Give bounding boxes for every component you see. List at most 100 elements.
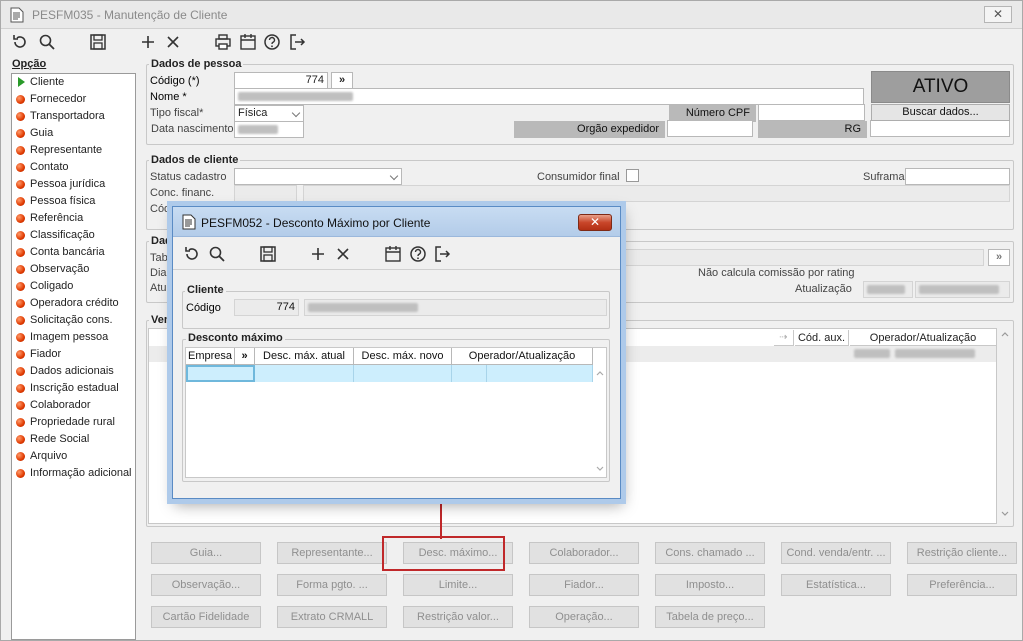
dialog-close-button[interactable]: ✕ bbox=[578, 214, 612, 231]
cell-empresa[interactable] bbox=[186, 365, 255, 382]
buscar-dados-button[interactable]: Buscar dados... bbox=[871, 104, 1010, 121]
button-row3-0[interactable]: Cartão Fidelidade bbox=[151, 606, 261, 628]
button-row1-3[interactable]: Colaborador... bbox=[529, 542, 639, 564]
sidebar-item-17[interactable]: Dados adicionais bbox=[12, 363, 135, 380]
numero-cpf-field[interactable] bbox=[758, 104, 865, 121]
tipo-fiscal-select[interactable]: Física bbox=[234, 105, 304, 122]
sidebar-item-22[interactable]: Arquivo bbox=[12, 448, 135, 465]
button-row2-0[interactable]: Observação... bbox=[151, 574, 261, 596]
button-row3-4[interactable]: Tabela de preço... bbox=[655, 606, 765, 628]
sort-icon[interactable]: ⇢ bbox=[774, 330, 794, 346]
button-row2-2[interactable]: Limite... bbox=[403, 574, 513, 596]
col-operador[interactable]: Operador/Atualização bbox=[452, 348, 593, 365]
undo-icon[interactable] bbox=[183, 245, 203, 265]
sidebar-item-3[interactable]: Guia bbox=[12, 125, 135, 142]
nome-label: Nome * bbox=[150, 91, 187, 103]
desconto-dialog: PESFM052 - Desconto Máximo por Cliente ✕ bbox=[172, 206, 621, 499]
sidebar-item-19[interactable]: Colaborador bbox=[12, 397, 135, 414]
print-icon[interactable] bbox=[214, 33, 234, 53]
delete-icon[interactable] bbox=[334, 245, 354, 265]
window-close-button[interactable]: ✕ bbox=[984, 6, 1012, 23]
add-icon[interactable] bbox=[309, 245, 329, 265]
col-operador[interactable]: Operador/Atualização bbox=[850, 330, 996, 346]
sidebar-item-12[interactable]: Coligado bbox=[12, 278, 135, 295]
button-row1-1[interactable]: Representante... bbox=[277, 542, 387, 564]
sidebar-item-21[interactable]: Rede Social bbox=[12, 431, 135, 448]
sidebar-item-label: Colaborador bbox=[30, 399, 91, 411]
sidebar-item-10[interactable]: Conta bancária bbox=[12, 244, 135, 261]
sidebar-item-9[interactable]: Classificação bbox=[12, 227, 135, 244]
tab-link-button[interactable]: » bbox=[988, 249, 1010, 266]
chevron-down-icon bbox=[389, 171, 399, 181]
data-nascimento-field[interactable] bbox=[234, 121, 304, 138]
col-nav[interactable]: » bbox=[235, 348, 255, 365]
sidebar-item-20[interactable]: Propriedade rural bbox=[12, 414, 135, 431]
sidebar-item-14[interactable]: Solicitação cons. bbox=[12, 312, 135, 329]
search-icon[interactable] bbox=[38, 33, 58, 53]
col-desc-novo[interactable]: Desc. máx. novo bbox=[354, 348, 452, 365]
sidebar-item-label: Coligado bbox=[30, 280, 74, 292]
help-icon[interactable] bbox=[409, 245, 429, 265]
delete-icon[interactable] bbox=[164, 33, 184, 53]
button-row2-4[interactable]: Imposto... bbox=[655, 574, 765, 596]
status-cadastro-select[interactable] bbox=[234, 168, 402, 185]
col-empresa[interactable]: Empresa bbox=[186, 348, 235, 365]
sidebar-item-2[interactable]: Transportadora bbox=[12, 108, 135, 125]
button-row3-1[interactable]: Extrato CRMALL bbox=[277, 606, 387, 628]
cell-operador bbox=[452, 365, 487, 382]
sidebar-item-0[interactable]: Cliente bbox=[12, 74, 135, 91]
button-row2-3[interactable]: Fiador... bbox=[529, 574, 639, 596]
button-row1-4[interactable]: Cons. chamado ... bbox=[655, 542, 765, 564]
help-icon[interactable] bbox=[263, 33, 283, 53]
desconto-scrollbar[interactable] bbox=[593, 365, 607, 477]
sidebar-item-1[interactable]: Fornecedor bbox=[12, 91, 135, 108]
sidebar-item-label: Contato bbox=[30, 161, 69, 173]
search-icon[interactable] bbox=[208, 245, 228, 265]
calendar-icon[interactable] bbox=[239, 33, 259, 53]
sidebar-item-8[interactable]: Referência bbox=[12, 210, 135, 227]
cell-atualizacao bbox=[487, 365, 593, 382]
sidebar-item-13[interactable]: Operadora crédito bbox=[12, 295, 135, 312]
button-row1-6[interactable]: Restrição cliente... bbox=[907, 542, 1017, 564]
codigo-field[interactable]: 774 bbox=[234, 72, 328, 89]
sidebar-item-4[interactable]: Representante bbox=[12, 142, 135, 159]
button-row3-3[interactable]: Operação... bbox=[529, 606, 639, 628]
orgao-expedidor-label: Orgão expedidor bbox=[514, 121, 665, 138]
sidebar-item-16[interactable]: Fiador bbox=[12, 346, 135, 363]
codigo-nav-button[interactable]: » bbox=[331, 72, 353, 89]
sidebar-item-11[interactable]: Observação bbox=[12, 261, 135, 278]
red-bullet-icon bbox=[16, 129, 25, 138]
vendas-scrollbar[interactable] bbox=[998, 328, 1012, 524]
save-icon[interactable] bbox=[89, 33, 109, 53]
sidebar-item-23[interactable]: Informação adicional bbox=[12, 465, 135, 482]
nome-field[interactable] bbox=[234, 88, 864, 105]
consumidor-final-checkbox[interactable] bbox=[626, 169, 639, 182]
sidebar-item-18[interactable]: Inscrição estadual bbox=[12, 380, 135, 397]
button-row2-5[interactable]: Estatística... bbox=[781, 574, 891, 596]
button-row1-5[interactable]: Cond. venda/entr. ... bbox=[781, 542, 891, 564]
sidebar-item-7[interactable]: Pessoa física bbox=[12, 193, 135, 210]
sidebar-item-label: Fornecedor bbox=[30, 93, 87, 105]
button-row2-1[interactable]: Forma pgto. ... bbox=[277, 574, 387, 596]
cell-desc-novo[interactable] bbox=[354, 365, 452, 382]
rg-field[interactable] bbox=[870, 120, 1010, 137]
sidebar-item-label: Guia bbox=[30, 127, 54, 139]
sidebar-item-15[interactable]: Imagem pessoa bbox=[12, 329, 135, 346]
button-row1-0[interactable]: Guia... bbox=[151, 542, 261, 564]
col-cod-aux[interactable]: Cód. aux. bbox=[795, 330, 849, 346]
calendar-icon[interactable] bbox=[384, 245, 404, 265]
col-desc-atual[interactable]: Desc. máx. atual bbox=[255, 348, 354, 365]
suframa-field[interactable] bbox=[905, 168, 1010, 185]
table-row[interactable] bbox=[186, 365, 593, 382]
sidebar-item-5[interactable]: Contato bbox=[12, 159, 135, 176]
button-row3-2[interactable]: Restrição valor... bbox=[403, 606, 513, 628]
orgao-expedidor-field[interactable] bbox=[667, 120, 753, 137]
save-icon[interactable] bbox=[259, 245, 279, 265]
exit-icon[interactable] bbox=[288, 33, 308, 53]
button-row2-6[interactable]: Preferência... bbox=[907, 574, 1017, 596]
exit-icon[interactable] bbox=[433, 245, 453, 265]
add-icon[interactable] bbox=[139, 33, 159, 53]
desconto-grid[interactable]: Empresa » Desc. máx. atual Desc. máx. no… bbox=[185, 347, 607, 478]
undo-icon[interactable] bbox=[11, 33, 31, 53]
sidebar-item-6[interactable]: Pessoa jurídica bbox=[12, 176, 135, 193]
